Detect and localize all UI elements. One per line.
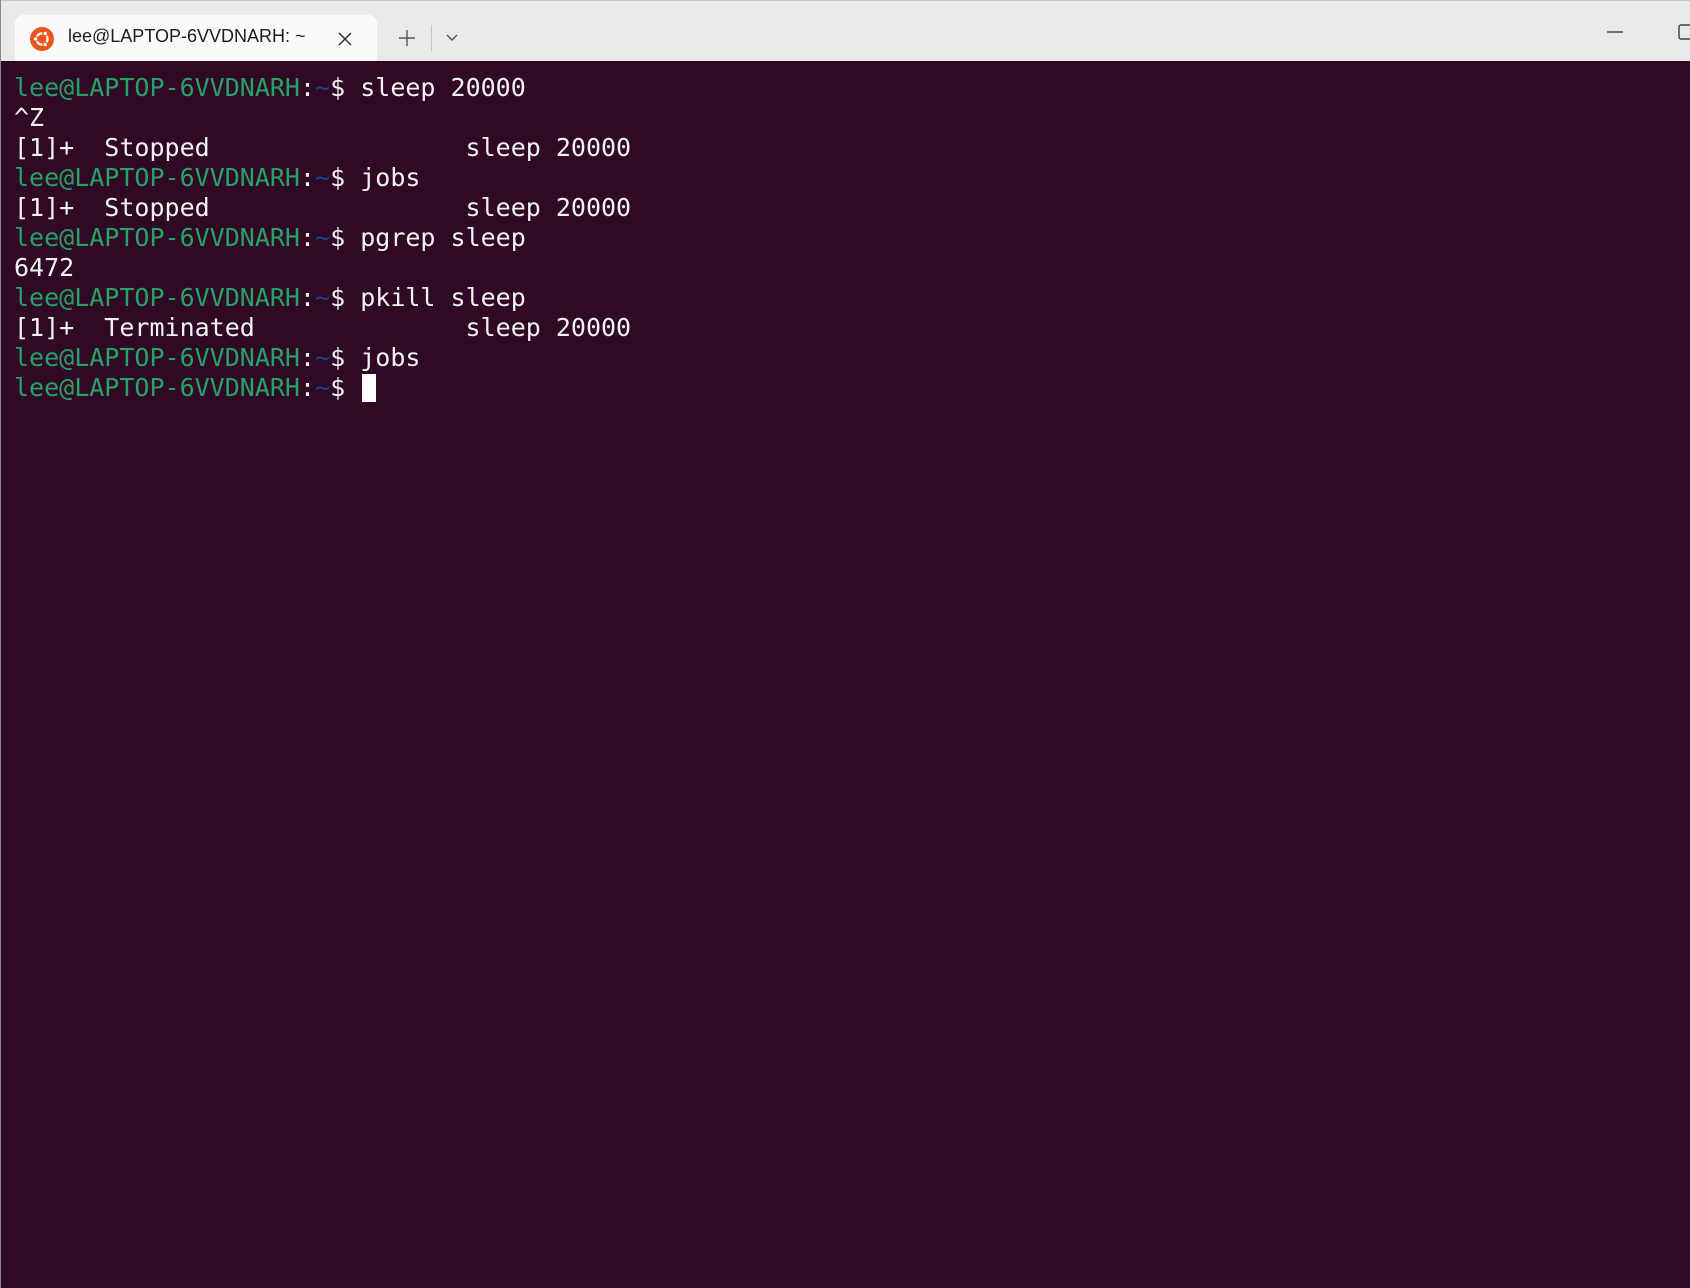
title-bar: lee@LAPTOP-6VVDNARH: ~ (1, 0, 1690, 62)
tab-divider (431, 25, 432, 51)
command-text: jobs (360, 163, 421, 192)
output-line: [1]+ Terminated sleep 20000 (14, 313, 632, 342)
maximize-button[interactable] (1661, 15, 1690, 49)
output-line: [1]+ Stopped sleep 20000 (14, 133, 632, 162)
terminal-output[interactable]: lee@LAPTOP-6VVDNARH:~$ sleep 20000 ^Z [1]+… (2, 61, 1690, 1288)
new-tab-button[interactable] (389, 21, 425, 55)
plus-icon (397, 28, 417, 48)
output-line: [1]+ Stopped sleep 20000 (14, 193, 632, 222)
command-text: pkill sleep (360, 283, 526, 312)
prompt-user-host: lee@LAPTOP-6VVDNARH (14, 223, 300, 252)
prompt-colon: : (299, 343, 316, 372)
close-tab-button[interactable] (331, 25, 359, 53)
prompt-path: ~ (315, 223, 331, 252)
prompt-user-host: lee@LAPTOP-6VVDNARH (14, 283, 300, 312)
maximize-icon (1678, 24, 1690, 40)
prompt-dollar: $ (330, 223, 361, 252)
prompt-dollar: $ (330, 73, 361, 102)
chevron-down-icon (445, 33, 459, 43)
prompt-path: ~ (315, 373, 331, 402)
prompt-dollar: $ (330, 283, 361, 312)
prompt-path: ~ (315, 283, 331, 312)
prompt-line: lee@LAPTOP-6VVDNARH:~$ jobs (14, 163, 1690, 193)
command-text: sleep 20000 (360, 73, 526, 102)
prompt-colon: : (299, 283, 316, 312)
prompt-path: ~ (315, 73, 331, 102)
text-cursor (362, 374, 377, 402)
prompt-dollar: $ (330, 343, 361, 372)
prompt-dollar: $ (330, 373, 361, 402)
prompt-user-host: lee@LAPTOP-6VVDNARH (14, 343, 300, 372)
prompt-colon: : (299, 73, 316, 102)
prompt-colon: : (299, 223, 316, 252)
tab-active[interactable]: lee@LAPTOP-6VVDNARH: ~ (15, 15, 377, 62)
prompt-user-host: lee@LAPTOP-6VVDNARH (14, 163, 300, 192)
prompt-line: lee@LAPTOP-6VVDNARH:~$ sleep 20000 (14, 73, 1690, 103)
prompt-dollar: $ (330, 163, 361, 192)
tab-dropdown-button[interactable] (437, 21, 467, 55)
prompt-line: lee@LAPTOP-6VVDNARH:~$ jobs (14, 343, 1690, 373)
tab-title: lee@LAPTOP-6VVDNARH: ~ (68, 26, 306, 46)
minimize-icon (1607, 30, 1623, 34)
prompt-line: lee@LAPTOP-6VVDNARH:~$ pkill sleep (14, 283, 1690, 313)
prompt-colon: : (299, 163, 316, 192)
prompt-path: ~ (315, 343, 331, 372)
prompt-colon: : (299, 373, 316, 402)
prompt-line: lee@LAPTOP-6VVDNARH:~$ (14, 373, 1690, 403)
close-icon (337, 31, 353, 47)
command-text: pgrep sleep (360, 223, 526, 252)
output-line: 6472 (14, 253, 75, 282)
minimize-button[interactable] (1588, 15, 1642, 49)
ubuntu-icon (29, 26, 55, 52)
prompt-user-host: lee@LAPTOP-6VVDNARH (14, 73, 300, 102)
command-text: jobs (360, 343, 421, 372)
prompt-line: lee@LAPTOP-6VVDNARH:~$ pgrep sleep (14, 223, 1690, 253)
output-line: ^Z (14, 103, 45, 132)
prompt-user-host: lee@LAPTOP-6VVDNARH (14, 373, 300, 402)
terminal-window: lee@LAPTOP-6VVDNARH: ~ lee@LAPTOP-6VVDNA… (0, 0, 1690, 1288)
prompt-path: ~ (315, 163, 331, 192)
